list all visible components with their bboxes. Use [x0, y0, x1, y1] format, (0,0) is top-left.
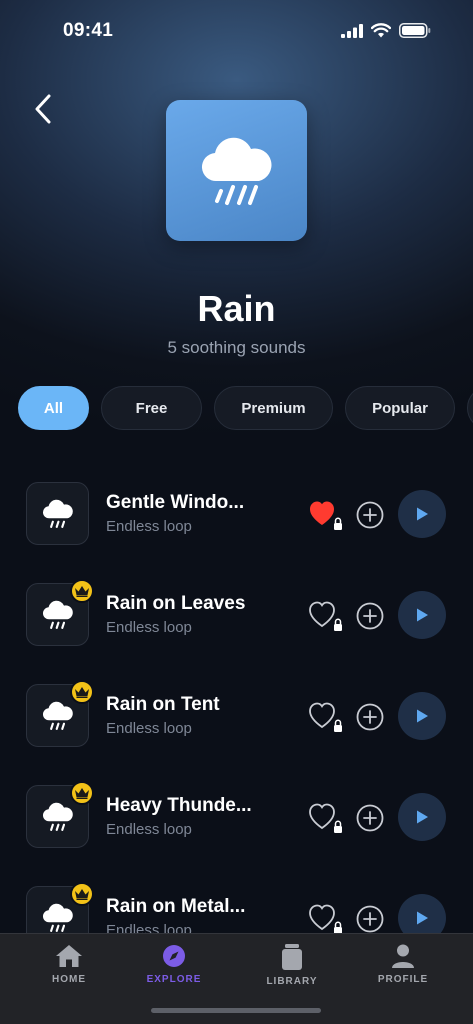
sound-title: Rain on Leaves	[106, 593, 246, 614]
heart-icon	[309, 803, 342, 833]
heart-icon	[310, 501, 342, 530]
chip-label: Free	[135, 399, 168, 417]
plus-circle-icon	[356, 501, 384, 529]
play-icon	[417, 911, 428, 925]
add-to-mix-button[interactable]	[356, 905, 384, 933]
chip-label: All	[43, 399, 64, 417]
heart-icon	[309, 904, 342, 934]
chevron-left-icon	[35, 94, 51, 124]
crown-icon	[75, 687, 89, 698]
back-button[interactable]	[28, 92, 58, 126]
status-icons	[341, 23, 431, 38]
favorite-button[interactable]	[309, 500, 343, 532]
add-to-mix-button[interactable]	[356, 501, 384, 529]
premium-crown-badge	[70, 579, 94, 603]
filter-chip-all[interactable]: All	[18, 386, 89, 430]
sound-subtitle: Endless loop	[106, 518, 192, 535]
favorite-button[interactable]	[309, 803, 343, 835]
tab-home[interactable]: HOME	[24, 944, 114, 985]
plus-circle-icon	[356, 804, 384, 832]
play-icon	[417, 709, 428, 723]
cloud-rain-icon	[42, 600, 73, 629]
signal-icon	[341, 23, 363, 38]
sound-title: Heavy Thunde...	[106, 795, 252, 816]
sound-subtitle: Endless loop	[106, 821, 192, 838]
sound-subtitle: Endless loop	[106, 720, 192, 737]
sound-subtitle: Endless loop	[106, 619, 192, 636]
home-icon	[56, 945, 82, 967]
play-icon	[417, 507, 428, 521]
page-title: Rain	[197, 288, 276, 329]
status-time: 09:41	[63, 20, 114, 41]
rain-category-screen: 09:41 Rain 5 soothing sounds All Free Pr…	[0, 0, 473, 1024]
play-icon	[417, 810, 428, 824]
plus-circle-icon	[356, 703, 384, 731]
add-to-mix-button[interactable]	[356, 804, 384, 832]
filter-chip-premium[interactable]: Premium	[214, 386, 333, 430]
favorite-button[interactable]	[309, 601, 343, 633]
profile-icon	[392, 944, 414, 968]
play-button[interactable]	[398, 793, 446, 841]
favorite-button[interactable]	[309, 702, 343, 734]
compass-icon	[163, 945, 185, 967]
filter-chip-free[interactable]: Free	[101, 386, 202, 430]
tab-profile[interactable]: PROFILE	[358, 944, 448, 985]
battery-icon	[399, 23, 431, 38]
premium-crown-badge	[70, 680, 94, 704]
filter-chips: All Free Premium Popular	[18, 386, 473, 430]
add-to-mix-button[interactable]	[356, 602, 384, 630]
sound-row[interactable]: Rain on Leaves Endless loop	[0, 571, 473, 672]
tab-home-label: HOME	[52, 974, 86, 985]
page-subtitle: 5 soothing sounds	[167, 338, 306, 357]
play-button[interactable]	[398, 692, 446, 740]
crown-icon	[75, 586, 89, 597]
plus-circle-icon	[356, 905, 384, 933]
heart-icon	[309, 702, 342, 732]
sound-title: Gentle Windo...	[106, 492, 245, 513]
library-icon	[282, 944, 302, 970]
tab-library[interactable]: LIBRARY	[247, 944, 337, 987]
sound-list: Gentle Windo... Endless loop Rain on Lea…	[0, 470, 473, 975]
sound-row[interactable]: Heavy Thunde... Endless loop	[0, 773, 473, 874]
sound-thumbnail	[26, 482, 89, 545]
add-to-mix-button[interactable]	[356, 703, 384, 731]
play-icon	[417, 608, 428, 622]
sound-row[interactable]: Rain on Tent Endless loop	[0, 672, 473, 773]
chip-label: Premium	[241, 399, 306, 417]
wifi-icon	[371, 23, 391, 38]
tab-profile-label: PROFILE	[377, 974, 429, 985]
chip-label: Popular	[372, 399, 428, 417]
cloud-rain-icon	[42, 802, 73, 831]
premium-crown-badge	[70, 882, 94, 906]
cloud-rain-icon	[42, 701, 73, 730]
play-button[interactable]	[398, 490, 446, 538]
sound-title: Rain on Metal...	[106, 896, 246, 917]
cloud-rain-icon	[42, 903, 73, 932]
category-cover-art	[166, 100, 307, 241]
sound-row[interactable]: Gentle Windo... Endless loop	[0, 470, 473, 571]
premium-crown-badge	[70, 781, 94, 805]
tab-explore-label: EXPLORE	[146, 974, 202, 985]
crown-icon	[75, 889, 89, 900]
crown-icon	[75, 788, 89, 799]
heart-icon	[309, 601, 342, 631]
sound-title: Rain on Tent	[106, 694, 220, 715]
play-button[interactable]	[398, 591, 446, 639]
filter-chip-popular[interactable]: Popular	[345, 386, 455, 430]
filter-chip-more[interactable]	[467, 386, 473, 430]
cloud-rain-icon	[42, 499, 73, 528]
favorite-button[interactable]	[309, 904, 343, 936]
tab-library-label: LIBRARY	[266, 976, 318, 987]
status-bar: 09:41	[0, 0, 473, 64]
cloud-rain-icon	[201, 137, 271, 205]
tab-explore[interactable]: EXPLORE	[129, 944, 219, 985]
plus-circle-icon	[356, 602, 384, 630]
home-indicator	[151, 1008, 321, 1013]
